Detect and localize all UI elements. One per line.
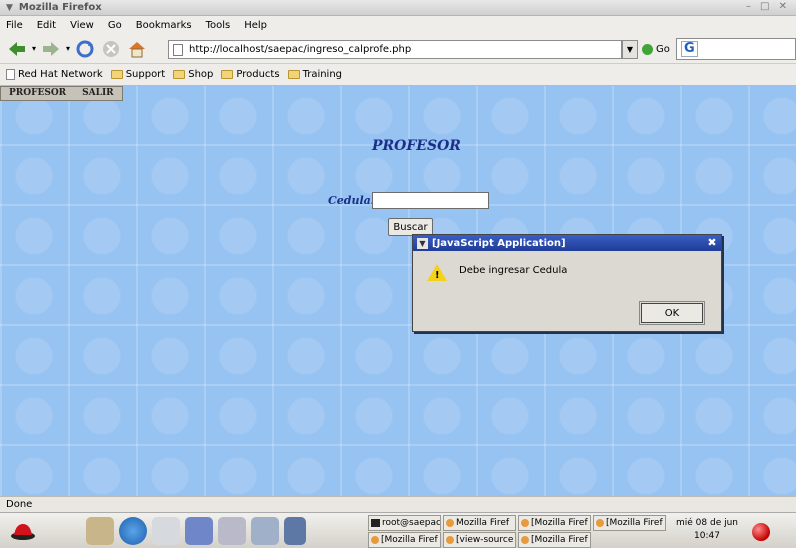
- status-bar: Done: [0, 496, 796, 512]
- window-controls[interactable]: – □ ✕: [746, 1, 790, 12]
- menu-salir-link[interactable]: SALIR: [74, 87, 122, 100]
- print-launcher-icon[interactable]: [251, 517, 279, 545]
- page-icon: [173, 43, 183, 56]
- status-text: Done: [6, 499, 33, 510]
- desktop-taskbar: root@saepac Mozilla Firef [Mozilla Firef…: [0, 512, 796, 548]
- writer-launcher-icon[interactable]: [152, 517, 180, 545]
- window-title: Mozilla Firefox: [18, 2, 102, 13]
- forward-arrow-icon: [43, 41, 60, 56]
- clock-time: 10:47: [694, 531, 720, 541]
- terminal-icon: [371, 519, 380, 527]
- google-search-icon[interactable]: G: [681, 41, 698, 57]
- menu-tools[interactable]: Tools: [206, 20, 231, 31]
- stop-button[interactable]: [100, 38, 122, 60]
- url-bar[interactable]: http://localhost/saepac/ingreso_calprofe…: [168, 40, 622, 59]
- home-button[interactable]: [126, 38, 148, 60]
- menu-help[interactable]: Help: [244, 20, 267, 31]
- taskbar-clock[interactable]: mié 08 de jun 10:47: [672, 517, 742, 543]
- menu-go[interactable]: Go: [108, 20, 122, 31]
- reload-icon: [76, 40, 94, 57]
- red-hat-menu-icon[interactable]: [10, 520, 36, 542]
- bookmark-products[interactable]: Products: [221, 69, 280, 80]
- task-button[interactable]: [Mozilla Firef: [518, 532, 591, 548]
- back-arrow-icon: [9, 41, 25, 56]
- task-list: root@saepac Mozilla Firef [Mozilla Firef…: [368, 515, 668, 548]
- javascript-alert-dialog: ▼ [JavaScript Application] ✖ ! Debe ingr…: [412, 234, 722, 332]
- task-button[interactable]: [view-source: [443, 532, 516, 548]
- forward-button[interactable]: [40, 38, 62, 60]
- window-menu-icon[interactable]: ▼: [6, 3, 13, 13]
- dialog-titlebar[interactable]: ▼ [JavaScript Application]: [413, 235, 721, 251]
- browser-launcher-icon[interactable]: [119, 517, 147, 545]
- impress-launcher-icon[interactable]: [218, 517, 246, 545]
- firefox-icon: [596, 519, 604, 527]
- bookmarks-toolbar: Red Hat Network Support Shop Products Tr…: [0, 64, 796, 86]
- task-button[interactable]: Mozilla Firef: [443, 515, 516, 531]
- firefox-icon: [521, 519, 529, 527]
- url-text[interactable]: http://localhost/saepac/ingreso_calprofe…: [189, 44, 411, 55]
- update-notifier-icon[interactable]: [752, 523, 770, 541]
- cedula-input[interactable]: [372, 192, 489, 209]
- workspace-switcher-icon[interactable]: [284, 517, 306, 545]
- warning-exclamation: !: [435, 270, 440, 281]
- stop-icon: [103, 40, 120, 57]
- back-button[interactable]: [6, 38, 28, 60]
- task-button[interactable]: [Mozilla Firef: [593, 515, 666, 531]
- dialog-message: Debe ingresar Cedula: [459, 265, 568, 276]
- folder-icon: [110, 70, 123, 79]
- reload-button[interactable]: [74, 38, 96, 60]
- folder-icon: [173, 70, 186, 79]
- task-button[interactable]: [Mozilla Firef: [518, 515, 591, 531]
- dialog-menu-icon[interactable]: ▼: [417, 237, 428, 249]
- menu-profesor-link[interactable]: PROFESOR: [1, 87, 74, 100]
- window-titlebar[interactable]: ▼ Mozilla Firefox – □ ✕: [0, 0, 796, 16]
- menu-edit[interactable]: Edit: [37, 20, 56, 31]
- bookmark-red-hat-network[interactable]: Red Hat Network: [6, 69, 103, 80]
- calc-launcher-icon[interactable]: [185, 517, 213, 545]
- firefox-icon: [521, 536, 529, 544]
- chevron-down-icon: ▼: [626, 45, 634, 54]
- go-icon: [642, 44, 653, 55]
- page-icon: [6, 69, 15, 80]
- firefox-icon: [371, 536, 379, 544]
- task-button[interactable]: [Mozilla Firef: [368, 532, 441, 548]
- task-button[interactable]: root@saepac: [368, 515, 441, 531]
- go-button[interactable]: Go: [642, 40, 670, 59]
- forward-dropdown-icon[interactable]: ▾: [66, 44, 70, 53]
- go-label: Go: [656, 44, 670, 55]
- folder-icon: [287, 70, 300, 79]
- back-dropdown-icon[interactable]: ▾: [32, 44, 36, 53]
- ok-button[interactable]: OK: [639, 301, 705, 325]
- dialog-title: [JavaScript Application]: [432, 237, 566, 249]
- url-dropdown-button[interactable]: ▼: [622, 40, 638, 59]
- menu-view[interactable]: View: [70, 20, 94, 31]
- page-heading: PROFESOR: [372, 138, 461, 154]
- clock-date: mié 08 de jun: [676, 518, 738, 528]
- bookmark-training[interactable]: Training: [287, 69, 342, 80]
- mail-launcher-icon[interactable]: [86, 517, 114, 545]
- menubar: File Edit View Go Bookmarks Tools Help: [0, 16, 796, 34]
- site-top-menu: PROFESOR SALIR: [0, 86, 123, 101]
- menu-bookmarks[interactable]: Bookmarks: [136, 20, 192, 31]
- search-box[interactable]: G: [676, 38, 796, 60]
- launcher-icons: [86, 517, 311, 545]
- firefox-icon: [446, 519, 454, 527]
- bookmark-support[interactable]: Support: [110, 69, 165, 80]
- firefox-icon: [446, 536, 454, 544]
- menu-file[interactable]: File: [6, 20, 23, 31]
- home-icon: [129, 41, 146, 57]
- cedula-label: Cedula:: [328, 194, 375, 207]
- bookmark-shop[interactable]: Shop: [173, 69, 213, 80]
- dialog-close-button[interactable]: ✖: [706, 237, 718, 249]
- folder-icon: [221, 70, 234, 79]
